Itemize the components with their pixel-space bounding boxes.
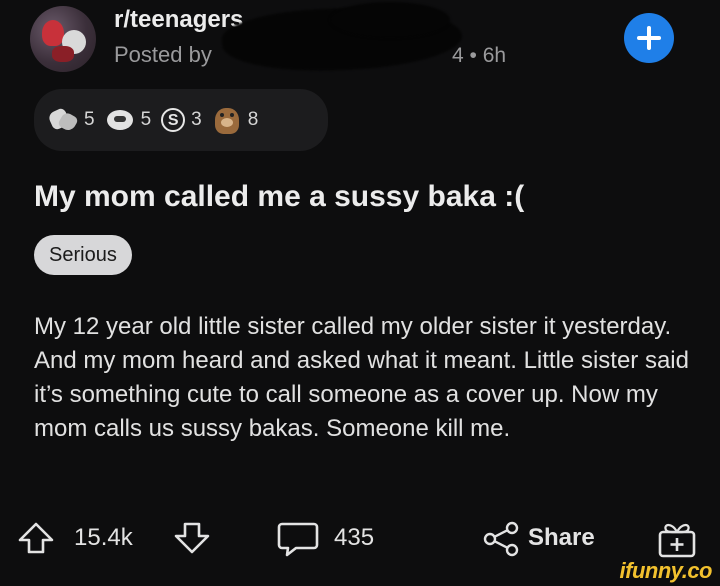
share-button[interactable]: Share xyxy=(528,524,595,552)
ifunny-watermark: ifunny.co xyxy=(619,558,713,583)
posted-by-label: Posted by xyxy=(114,42,212,67)
post-title[interactable]: My mom called me a sussy baka :( xyxy=(34,180,524,214)
subreddit-avatar[interactable] xyxy=(30,6,96,72)
subreddit-name[interactable]: r/teenagers xyxy=(114,6,243,34)
award-dollar[interactable]: S 3 xyxy=(161,108,202,132)
dollar-award-icon: S xyxy=(161,108,186,132)
awards-row[interactable]: 5 5 S 3 8 xyxy=(34,89,328,151)
vote-count: 15.4k xyxy=(74,524,133,551)
post-flair[interactable]: Serious xyxy=(34,235,132,275)
award-bear[interactable]: 8 xyxy=(212,106,259,134)
award-face[interactable]: 5 xyxy=(105,106,152,134)
upvote-icon[interactable] xyxy=(16,521,56,555)
bear-award-icon xyxy=(212,106,242,134)
comment-icon[interactable] xyxy=(276,520,320,558)
face-award-icon xyxy=(105,106,135,134)
award-count: 8 xyxy=(247,109,259,130)
share-icon[interactable] xyxy=(481,520,521,558)
redaction-scribble-top xyxy=(330,2,450,38)
join-button[interactable] xyxy=(624,13,674,63)
hands-award-icon xyxy=(47,106,79,134)
award-count: 5 xyxy=(140,109,152,130)
post-timestamp: 4 • 6h xyxy=(452,44,507,67)
award-count: 5 xyxy=(84,109,95,130)
award-hands[interactable]: 5 xyxy=(47,106,95,134)
post-body: My 12 year old little sister called my o… xyxy=(34,313,689,442)
award-count: 3 xyxy=(191,109,202,130)
downvote-icon[interactable] xyxy=(172,521,212,555)
comment-count[interactable]: 435 xyxy=(334,524,374,552)
action-bar: 15.4k 435 Share xyxy=(0,512,720,562)
give-award-icon[interactable] xyxy=(654,518,700,560)
